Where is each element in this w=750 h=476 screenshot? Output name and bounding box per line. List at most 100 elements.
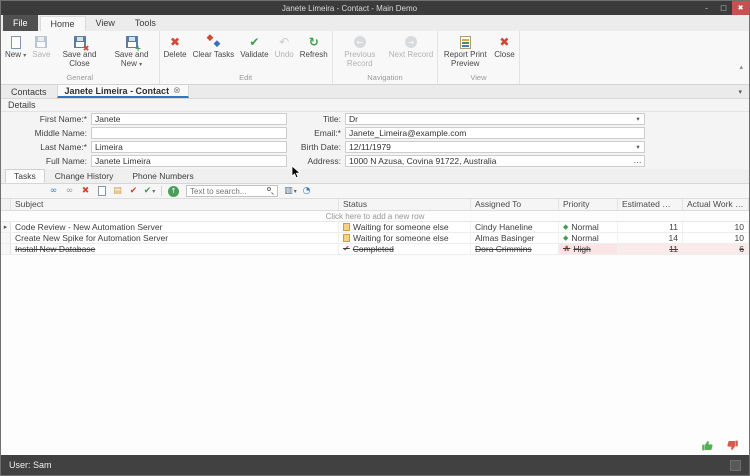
collapse-ribbon-icon[interactable]: ▴	[739, 63, 743, 71]
refresh-button[interactable]: ↻ Refresh	[297, 32, 331, 60]
new-button[interactable]: New ▾	[2, 32, 29, 60]
minimize-button[interactable]: –	[698, 1, 715, 15]
undo-button[interactable]: ↶ Undo	[272, 32, 297, 60]
report-print-preview-icon	[460, 34, 471, 50]
column-header-subject[interactable]: Subject	[11, 199, 339, 210]
tab-view[interactable]: View	[86, 16, 125, 31]
search-input[interactable]	[189, 186, 267, 196]
tab-phone-numbers[interactable]: Phone Numbers	[123, 169, 202, 183]
address-label: Address:	[291, 155, 341, 167]
next-record-button[interactable]: → Next Record	[386, 32, 436, 60]
cell-actual[interactable]: 10	[683, 233, 749, 243]
task-list-button[interactable]: ▤	[111, 185, 124, 198]
title-dropdown-icon[interactable]: ▾	[632, 114, 644, 124]
cell-priority[interactable]: ◆Normal	[559, 222, 618, 232]
column-header-actual[interactable]: Actual Work Hours	[683, 199, 749, 210]
validate-button[interactable]: ✔ Validate	[237, 32, 271, 60]
status-user: User: Sam	[9, 460, 52, 470]
mark-completed-icon: ✔	[144, 186, 152, 196]
close-button[interactable]: ✖	[732, 1, 749, 15]
email-input[interactable]	[346, 128, 644, 138]
tab-home[interactable]: Home	[40, 16, 86, 31]
table-row[interactable]: ▸ Code Review - New Automation Server Wa…	[1, 222, 749, 233]
tab-close-icon[interactable]: ⊗	[173, 86, 181, 96]
contacts-view-button[interactable]: Contacts	[1, 85, 57, 98]
delete-button[interactable]: ✖ Delete	[161, 32, 190, 60]
thumbs-down-icon[interactable]	[726, 439, 739, 452]
tab-list-dropdown-icon[interactable]: ▾	[731, 85, 749, 98]
cell-subject[interactable]: Install New Database	[11, 244, 339, 254]
column-header-priority[interactable]: Priority	[559, 199, 618, 210]
search-icon[interactable]	[267, 187, 275, 195]
delete-task-button[interactable]: ✖	[79, 185, 92, 198]
cell-status[interactable]: Waiting for someone else	[339, 233, 471, 243]
clear-tasks-button[interactable]: ◆◆ Clear Tasks	[190, 32, 238, 60]
cell-actual[interactable]: 10	[683, 222, 749, 232]
tray-icon[interactable]	[730, 460, 741, 471]
birth-date-dropdown-icon[interactable]: ▾	[632, 142, 644, 152]
cell-assigned-to[interactable]: Cindy Haneline	[471, 222, 559, 232]
move-up-button[interactable]: ↑	[167, 185, 180, 198]
dropdown-caret-icon: ▾	[139, 61, 142, 68]
cell-assigned-to[interactable]: Dora Crimmins	[471, 244, 559, 254]
report-print-preview-button[interactable]: Report Print Preview	[439, 32, 491, 69]
tab-change-history[interactable]: Change History	[46, 169, 123, 183]
cell-estimated[interactable]: 11	[618, 244, 683, 254]
tab-tasks[interactable]: Tasks	[5, 169, 45, 183]
cell-estimated[interactable]: 14	[618, 233, 683, 243]
cell-subject[interactable]: Create New Spike for Automation Server	[11, 233, 339, 243]
save-label: Save	[32, 51, 50, 60]
address-ellipsis-button[interactable]: …	[632, 156, 644, 166]
previous-record-button[interactable]: ← Previous Record	[334, 32, 386, 69]
cell-status[interactable]: ✔Completed	[339, 244, 471, 254]
cell-priority[interactable]: ∧High	[559, 244, 618, 254]
new-task-button[interactable]	[95, 185, 108, 198]
thumbs-up-icon[interactable]	[701, 439, 714, 452]
cell-status[interactable]: Waiting for someone else	[339, 222, 471, 232]
save-and-new-button[interactable]: + Save and New ▾	[106, 32, 158, 69]
full-name-input[interactable]	[92, 156, 286, 166]
tab-file[interactable]: File	[3, 15, 38, 31]
title-field: ▾	[345, 113, 645, 125]
cell-actual[interactable]: 6	[683, 244, 749, 254]
contact-form: First Name:* Title: ▾ Middle Name: Email…	[1, 112, 749, 169]
toolbar-separator	[161, 186, 162, 196]
validate-icon: ✔	[249, 34, 259, 50]
save-and-new-label: Save and New	[115, 50, 149, 68]
cell-assigned-to[interactable]: Almas Basinger	[471, 233, 559, 243]
ribbon: New ▾ Save ✖ Save and Close + Save and N…	[1, 31, 749, 85]
birth-date-input[interactable]	[346, 142, 632, 152]
cell-subject[interactable]: Code Review - New Automation Server	[11, 222, 339, 232]
table-row[interactable]: Install New Database ✔Completed Dora Cri…	[1, 244, 749, 255]
cell-estimated[interactable]: 11	[618, 222, 683, 232]
unlink-button[interactable]: ∞	[63, 185, 76, 198]
grid-empty-area	[1, 255, 749, 455]
save-button[interactable]: Save	[29, 32, 53, 60]
validate-label: Validate	[240, 51, 268, 60]
title-input[interactable]	[346, 114, 632, 124]
maximize-button[interactable]: □	[715, 1, 732, 15]
export-button[interactable]: ▥▾	[284, 185, 297, 198]
details-group-header[interactable]: Details	[1, 99, 749, 112]
completed-status-icon: ✔	[343, 244, 350, 254]
last-name-field	[91, 141, 287, 153]
column-header-status[interactable]: Status	[339, 199, 471, 210]
address-input[interactable]	[346, 156, 632, 166]
grid-new-row[interactable]: Click here to add a new row	[1, 211, 749, 222]
tab-contact-document[interactable]: Janete Limeira - Contact ⊗	[57, 85, 189, 98]
chart-button[interactable]: ◔	[300, 185, 313, 198]
mark-completed-button[interactable]: ✔▾	[143, 185, 156, 198]
middle-name-input[interactable]	[92, 128, 286, 138]
mark-incomplete-button[interactable]: ✔	[127, 185, 140, 198]
close-view-button[interactable]: ✖ Close	[491, 32, 517, 60]
cell-priority[interactable]: ◆Normal	[559, 233, 618, 243]
first-name-input[interactable]	[92, 114, 286, 124]
group-label-edit: Edit	[161, 73, 331, 84]
save-and-close-button[interactable]: ✖ Save and Close	[54, 32, 106, 69]
tab-tools[interactable]: Tools	[125, 16, 166, 31]
table-row[interactable]: Create New Spike for Automation Server W…	[1, 233, 749, 244]
column-header-estimated[interactable]: Estimated Work H...	[618, 199, 683, 210]
column-header-assigned-to[interactable]: Assigned To	[471, 199, 559, 210]
last-name-input[interactable]	[92, 142, 286, 152]
link-button[interactable]: ∞	[47, 185, 60, 198]
